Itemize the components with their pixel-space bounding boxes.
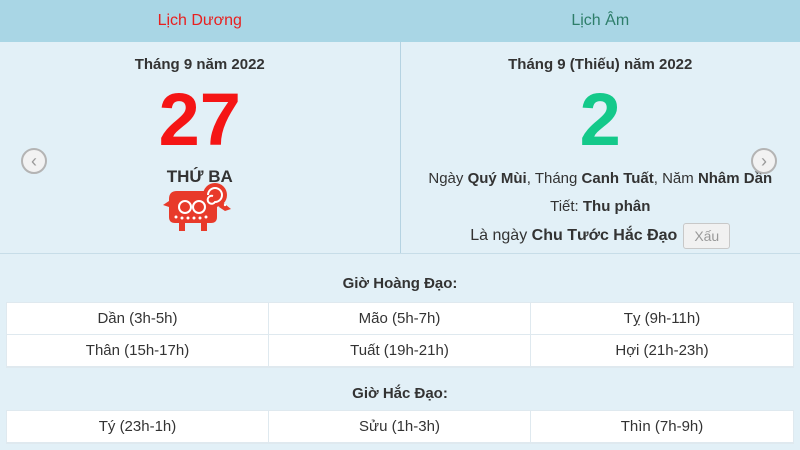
solar-term-prefix: Tiết: [550, 198, 579, 215]
next-day-button[interactable]: › [751, 148, 777, 174]
hour-cell: Hợi (21h-23h) [531, 335, 793, 367]
solar-term-line: Tiết: Thu phân [401, 197, 800, 217]
hour-cell: Mão (5h-7h) [269, 303, 531, 335]
hour-cell: Thân (15h-17h) [7, 335, 269, 367]
hour-cell: Dần (3h-5h) [7, 303, 269, 335]
ganzhi-year-prefix: Năm [662, 170, 694, 187]
hour-cell: Tỵ (9h-11h) [531, 303, 793, 335]
day-type-line: Là ngày Chu Tước Hắc Đạo Xấu [401, 223, 800, 249]
lunar-panel: Tháng 9 (Thiếu) năm 2022 2 Ngày Quý Mùi,… [401, 42, 800, 253]
gio-hoang-dao-table: Dần (3h-5h) Mão (5h-7h) Tỵ (9h-11h) Thân… [6, 302, 794, 368]
date-panel: Tháng 9 năm 2022 27 THỨ BA Tháng 9 (Thiế… [0, 42, 800, 254]
gio-hac-dao-table: Tý (23h-1h) Sửu (1h-3h) Thìn (7h-9h) [6, 410, 794, 444]
ganzhi-month: Canh Tuất [581, 170, 654, 187]
hour-cell: Tý (23h-1h) [7, 411, 269, 443]
hour-cell: Tuất (19h-21h) [269, 335, 531, 367]
ganzhi-day-prefix: Ngày [428, 170, 464, 187]
solar-panel: Tháng 9 năm 2022 27 THỨ BA [0, 42, 401, 253]
hour-cell: Thìn (7h-9h) [531, 411, 793, 443]
chevron-left-icon: ‹ [31, 151, 37, 171]
tab-lunar-calendar[interactable]: Lịch Âm [401, 0, 800, 42]
lunar-day-number: 2 [579, 78, 621, 161]
day-type-prefix: Là ngày [470, 227, 528, 244]
solar-term: Thu phân [582, 198, 651, 215]
solar-month-year: Tháng 9 năm 2022 [134, 56, 265, 73]
solar-day-number: 27 [158, 78, 241, 161]
ganzhi-line: Ngày Quý Mùi, Tháng Canh Tuất, Năm Nhâm … [428, 170, 773, 187]
day-rating-button[interactable]: Xấu [683, 223, 731, 249]
ganzhi-month-prefix: Tháng [534, 170, 578, 187]
day-type-name: Chu Tước Hắc Đạo [531, 227, 678, 244]
gio-hac-dao-title: Giờ Hắc Đạo: [352, 385, 448, 402]
tab-solar-calendar[interactable]: Lịch Dương [0, 0, 401, 42]
gio-hoang-dao-title: Giờ Hoàng Đạo: [342, 275, 458, 292]
ganzhi-day: Quý Mùi [467, 170, 527, 187]
calendar-header: Lịch Dương Lịch Âm [0, 0, 800, 42]
prev-day-button[interactable]: ‹ [21, 148, 47, 174]
lunar-month-year: Tháng 9 (Thiếu) năm 2022 [508, 56, 693, 73]
hour-cell: Sửu (1h-3h) [269, 411, 531, 443]
goat-zodiac-icon [163, 183, 231, 231]
chevron-right-icon: › [761, 151, 767, 171]
